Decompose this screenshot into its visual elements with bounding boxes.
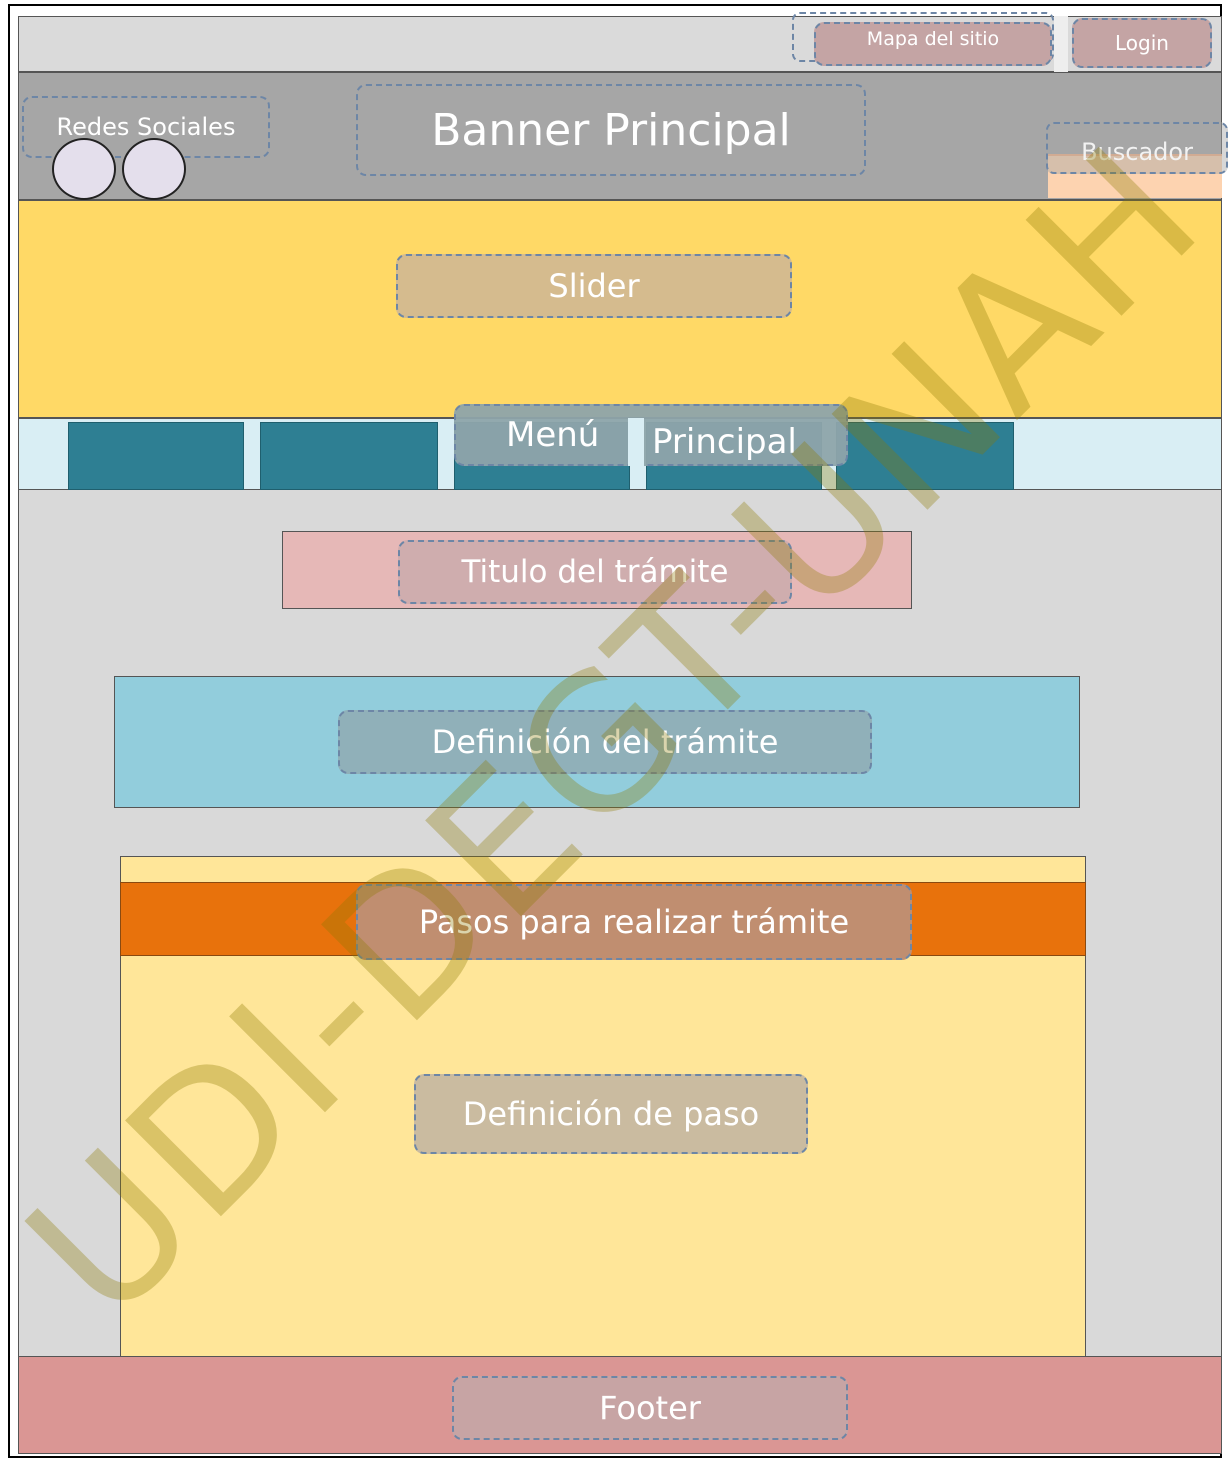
footer-label-box: Footer: [452, 1376, 848, 1440]
menu-label-separator: [628, 418, 644, 466]
menu-label-word-2: Principal: [652, 422, 797, 462]
sitemap-label: Mapa del sitio: [866, 28, 1000, 50]
menu-item[interactable]: [836, 422, 1014, 490]
sitemap-link[interactable]: Mapa del sitio: [814, 22, 1052, 66]
procedure-title-box: Titulo del trámite: [398, 540, 792, 604]
step-definition-label: Definición de paso: [462, 1095, 760, 1133]
search-box[interactable]: Buscador: [1046, 122, 1228, 174]
slider-label: Slider: [548, 267, 640, 305]
search-label: Buscador: [1081, 138, 1193, 166]
menu-item[interactable]: [260, 422, 438, 490]
social-networks-label: Redes Sociales: [56, 113, 236, 141]
procedure-definition-label-box: Definición del trámite: [338, 710, 872, 774]
menu-item[interactable]: [68, 422, 244, 490]
steps-title-label: Pasos para realizar trámite: [418, 903, 850, 941]
top-bar-divider: [1054, 16, 1068, 72]
menu-label-word-1: Menú: [506, 415, 600, 455]
slider-box[interactable]: Slider: [396, 254, 792, 318]
steps-title-box: Pasos para realizar trámite: [356, 884, 912, 960]
procedure-title-label: Titulo del trámite: [461, 554, 729, 590]
step-definition-box: Definición de paso: [414, 1074, 808, 1154]
login-label: Login: [1115, 31, 1169, 55]
footer-label: Footer: [599, 1389, 701, 1427]
social-icon[interactable]: [52, 138, 116, 200]
banner-title-label: Banner Principal: [431, 104, 791, 156]
procedure-definition-label: Definición del trámite: [431, 723, 779, 761]
banner-title: Banner Principal: [356, 84, 866, 176]
social-icon[interactable]: [122, 138, 186, 200]
login-button[interactable]: Login: [1072, 18, 1212, 68]
